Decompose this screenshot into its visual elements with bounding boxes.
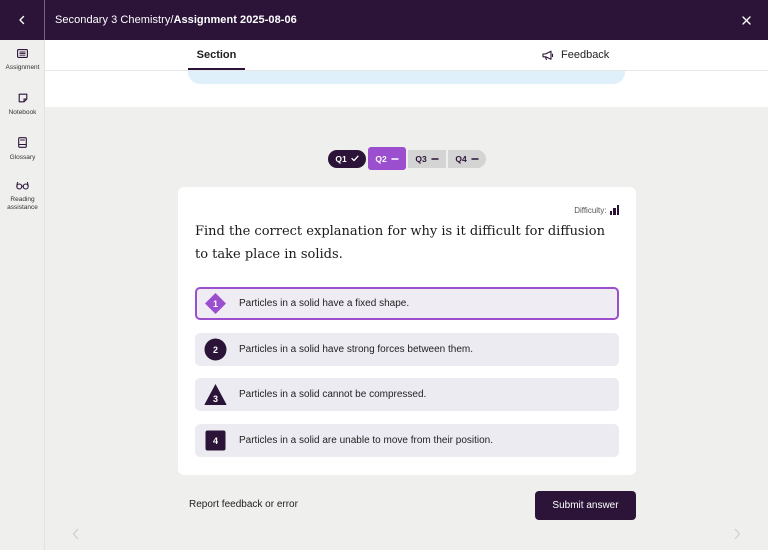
dash-icon — [390, 157, 399, 160]
sidebar-item-label: Glossary — [9, 154, 36, 161]
question-pill-label: Q1 — [335, 153, 347, 164]
dash-icon — [470, 157, 479, 160]
sidebar-item-notebook[interactable]: Notebook — [0, 93, 45, 117]
sidebar: Assignment Notebook Glossary Reading ass… — [0, 40, 45, 550]
breadcrumb-parent[interactable]: Secondary 3 Chemistry — [55, 14, 170, 26]
tab-feedback-label: Feedback — [561, 49, 610, 61]
triangle-icon: 3 — [204, 383, 227, 406]
dash-icon — [430, 157, 439, 160]
previous-question-button[interactable] — [70, 527, 82, 541]
breadcrumb: Secondary 3 Chemistry / Assignment 2025-… — [55, 0, 297, 40]
difficulty-label: Difficulty: — [574, 206, 607, 215]
answer-option-text: Particles in a solid cannot be compresse… — [239, 389, 427, 400]
question-card: Difficulty: Find the correct explanation… — [178, 187, 636, 475]
question-text: Find the correct explanation for why is … — [195, 224, 605, 262]
top-bar: Secondary 3 Chemistry / Assignment 2025-… — [0, 0, 768, 40]
sidebar-item-glossary[interactable]: Glossary — [0, 137, 45, 162]
square-icon: 4 — [204, 429, 227, 452]
answer-option-4[interactable]: 4 Particles in a solid are unable to mov… — [195, 424, 619, 457]
answer-option-text: Particles in a solid have strong forces … — [239, 344, 474, 355]
question-pill-q4[interactable]: Q4 — [448, 149, 486, 168]
question-pill-label: Q3 — [415, 153, 427, 164]
answer-option-text: Particles in a solid have a fixed shape. — [239, 298, 410, 309]
glossary-icon — [18, 137, 27, 148]
chevron-left-icon — [19, 15, 25, 25]
question-pill-q3[interactable]: Q3 — [408, 149, 446, 168]
back-button[interactable] — [0, 0, 45, 40]
question-pill-label: Q4 — [455, 153, 467, 164]
sidebar-item-label: Reading assistance — [7, 196, 38, 211]
difficulty-indicator: Difficulty: — [574, 204, 619, 215]
submit-answer-button[interactable]: Submit answer — [535, 491, 636, 520]
question-navigator: Q1 Q2 Q3 Q4 — [328, 147, 486, 170]
sidebar-item-reading-assistance[interactable]: Reading assistance — [0, 181, 45, 212]
sidebar-item-label: Assignment — [5, 64, 40, 71]
diamond-icon: 1 — [204, 292, 227, 315]
breadcrumb-current: Assignment 2025-08-06 — [173, 14, 297, 26]
question-pill-q1[interactable]: Q1 — [328, 149, 366, 168]
notebook-icon — [18, 93, 27, 103]
section-tabs: Section Feedback — [45, 40, 768, 71]
answer-option-text: Particles in a solid are unable to move … — [239, 435, 494, 446]
answer-option-1[interactable]: 1 Particles in a solid have a fixed shap… — [195, 287, 619, 320]
report-feedback-link[interactable]: Report feedback or error — [189, 499, 298, 510]
tab-feedback[interactable]: Feedback — [542, 40, 609, 70]
next-question-button[interactable] — [731, 527, 743, 541]
assignment-icon — [17, 49, 28, 58]
close-icon — [741, 15, 751, 25]
sidebar-item-assignment[interactable]: Assignment — [0, 49, 45, 72]
info-banner — [188, 71, 625, 84]
tab-section-label: Section — [196, 49, 237, 61]
circle-icon: 2 — [204, 338, 227, 361]
active-tab-indicator — [188, 68, 245, 70]
reading-glasses-icon — [16, 181, 29, 190]
answer-option-2[interactable]: 2 Particles in a solid have strong force… — [195, 333, 619, 366]
chevron-right-icon — [734, 528, 741, 540]
chevron-left-icon — [72, 528, 79, 540]
section-content-area — [45, 71, 768, 107]
sidebar-item-label: Notebook — [8, 109, 37, 116]
answer-option-3[interactable]: 3 Particles in a solid cannot be compres… — [195, 378, 619, 411]
question-pill-label: Q2 — [375, 153, 387, 164]
megaphone-icon — [542, 50, 554, 60]
difficulty-bars-icon — [609, 204, 619, 215]
close-button[interactable] — [738, 12, 754, 28]
tab-section[interactable]: Section — [188, 40, 245, 70]
check-icon — [351, 155, 359, 162]
question-pill-q2[interactable]: Q2 — [368, 147, 406, 170]
